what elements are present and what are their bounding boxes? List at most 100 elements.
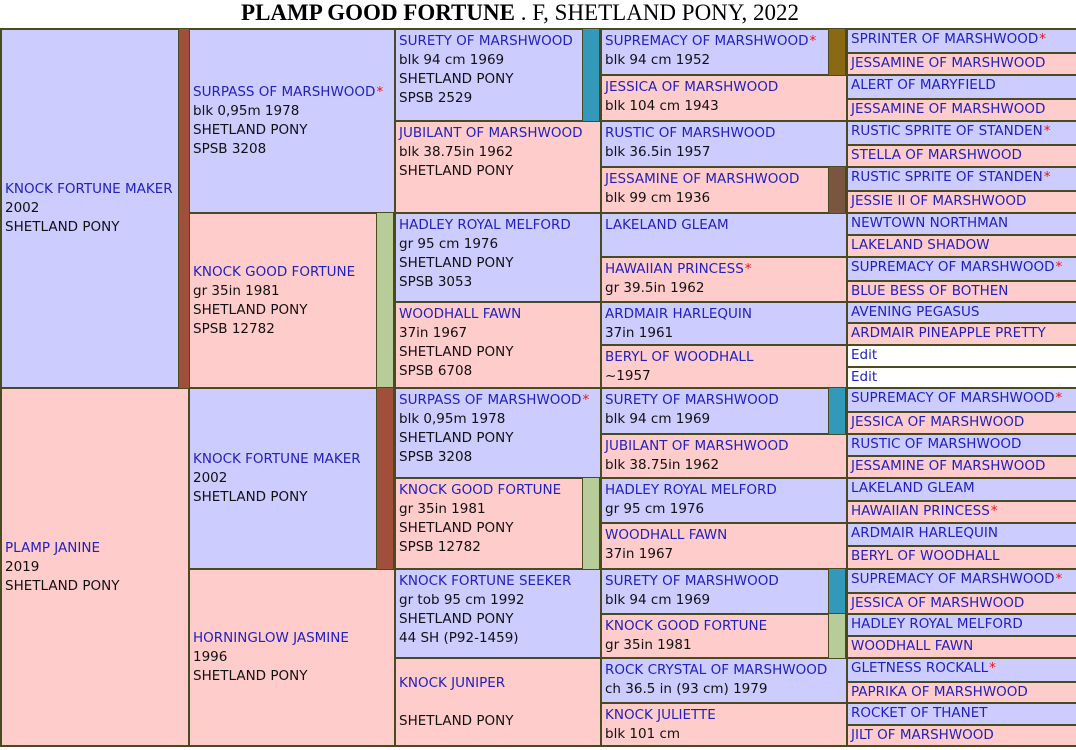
name-line: BERYL OF WOODHALL [605,348,845,367]
ancestor-cell-g4-7: BERYL OF WOODHALL ~1957 [600,344,850,389]
ancestor-name-link[interactable]: KNOCK GOOD FORTUNE [605,618,767,634]
color-bar [828,28,846,76]
ancestor-name-link[interactable]: HADLEY ROYAL MELFORD [851,616,1023,632]
ancestor-name-link[interactable]: HORNINGLOW JASMINE [193,630,349,646]
ancestor-name-link[interactable]: ARDMAIR HARLEQUIN [605,306,752,322]
ancestor-name-link[interactable]: BERYL OF WOODHALL [605,349,753,365]
name-line: SUPREMACY OF MARSHWOOD* [605,32,827,51]
name-line: ARDMAIR PINEAPPLE PRETTY [851,324,1073,342]
ancestor-name-link[interactable]: SUPREMACY OF MARSHWOOD [605,33,809,49]
ancestor-cell-g5-4: RUSTIC SPRITE OF STANDEN* [846,120,1076,146]
ancestor-name-link[interactable]: KNOCK JULIETTE [605,707,716,723]
ancestor-name-link[interactable]: JUBILANT OF MARSHWOOD [605,438,788,454]
ancestor-name-link[interactable]: SUPREMACY OF MARSHWOOD [851,571,1055,587]
ancestor-name-link[interactable]: WOODHALL FAWN [605,527,727,543]
ancestor-name-link[interactable]: SURPASS OF MARSHWOOD [399,392,581,408]
name-line: SURPASS OF MARSHWOOD* [193,83,393,102]
name-line: SURETY OF MARSHWOOD [605,391,827,410]
ancestor-cell-g3-4: SURPASS OF MARSHWOOD* blk 0,95m 1978 SHETL… [394,387,604,479]
ancestor-name-link[interactable]: NEWTOWN NORTHMAN [851,215,1008,231]
ancestor-cell-g3-1: JUBILANT OF MARSHWOOD blk 38.75in 1962 SHE… [394,120,604,214]
ancestor-name-link[interactable]: WOODHALL FAWN [399,306,521,322]
ancestor-name-link[interactable]: SURETY OF MARSHWOOD [399,33,573,49]
ancestor-name-link[interactable]: HAWAIIAN PRINCESS [605,261,744,277]
ancestor-name-link[interactable]: ROCKET OF THANET [851,705,988,721]
ancestor-detail: SHETLAND PONY [399,71,514,87]
ancestor-detail: 37in 1967 [605,546,674,562]
ancestor-name-link[interactable]: RUSTIC OF MARSHWOOD [605,125,775,141]
ancestor-name-link[interactable]: JESSAMINE OF MARSHWOOD [851,101,1045,117]
ancestor-cell-g1-1: PLAMP JANINE 2019 SHETLAND PONY [0,387,192,747]
ancestor-name-link[interactable]: SURETY OF MARSHWOOD [605,573,779,589]
name-line: JESSIE II OF MARSHWOOD [851,192,1073,210]
name-line: JUBILANT OF MARSHWOOD [399,124,599,143]
ancestor-name-link[interactable]: KNOCK FORTUNE MAKER [5,181,173,197]
color-bar [582,28,600,122]
ancestor-name-link[interactable]: ROCK CRYSTAL OF MARSHWOOD [605,662,827,678]
ancestor-name-link[interactable]: JILT OF MARSHWOOD [851,727,994,743]
ancestor-name-link[interactable]: JESSICA OF MARSHWOOD [851,414,1024,430]
ancestor-name-link[interactable]: GLETNESS ROCKALL [851,660,988,676]
edit-link[interactable]: Edit [851,347,877,363]
ancestor-name-link[interactable]: RUSTIC OF MARSHWOOD [851,436,1021,452]
name-line: BLUE BESS OF BOTHEN [851,282,1073,300]
ancestor-name-link[interactable]: ARDMAIR PINEAPPLE PRETTY [851,325,1046,341]
page-title: PLAMP GOOD FORTUNE . F, SHETLAND PONY, 2… [0,0,1040,28]
ancestor-name-link[interactable]: STELLA OF MARSHWOOD [851,147,1022,163]
ancestor-name-link[interactable]: BLUE BESS OF BOTHEN [851,283,1008,299]
name-line: WOODHALL FAWN [605,526,845,545]
edit-link[interactable]: Edit [851,369,877,385]
name-line: WOODHALL FAWN [851,637,1073,655]
ancestor-detail: gr 35in 1981 [193,282,280,299]
ancestor-name-link[interactable]: JESSICA OF MARSHWOOD [851,595,1024,611]
ancestor-cell-g5-11: BLUE BESS OF BOTHEN [846,280,1076,303]
ancestor-cell-g4-1: JESSICA OF MARSHWOOD blk 104 cm 1943 [600,74,850,122]
ancestor-name-link[interactable]: SURPASS OF MARSHWOOD [193,84,375,100]
ancestor-name-link[interactable]: SUPREMACY OF MARSHWOOD [851,390,1055,406]
imported-star-icon: * [1043,123,1051,139]
ancestor-name-link[interactable]: JESSAMINE OF MARSHWOOD [851,55,1045,71]
ancestor-name-link[interactable]: HAWAIIAN PRINCESS [851,503,990,519]
ancestor-name-link[interactable]: KNOCK GOOD FORTUNE [193,264,355,280]
imported-star-icon: * [1043,169,1051,185]
ancestor-name-link[interactable]: SPRINTER OF MARSHWOOD [851,31,1038,47]
ancestor-name-link[interactable]: JUBILANT OF MARSHWOOD [399,125,582,141]
ancestor-detail: SHETLAND PONY [399,520,514,536]
ancestor-name-link[interactable]: KNOCK FORTUNE MAKER [193,451,361,467]
ancestor-name-link[interactable]: HADLEY ROYAL MELFORD [399,217,571,233]
ancestor-name-link[interactable]: KNOCK JUNIPER [399,675,505,691]
name-line: ALERT OF MARYFIELD [851,76,1073,94]
name-line: PAPRIKA OF MARSHWOOD [851,683,1073,701]
ancestor-name-link[interactable]: KNOCK GOOD FORTUNE [399,482,561,498]
ancestor-name-link[interactable]: SURETY OF MARSHWOOD [605,392,779,408]
ancestor-cell-g5-21: HAWAIIAN PRINCESS* [846,500,1076,524]
ancestor-name-link[interactable]: JESSAMINE OF MARSHWOOD [851,458,1045,474]
ancestor-cell-g4-11: WOODHALL FAWN 37in 1967 [600,522,850,570]
ancestor-name-link[interactable]: KNOCK FORTUNE SEEKER [399,573,571,589]
ancestor-name-link[interactable]: LAKELAND SHADOW [851,237,990,253]
ancestor-name-link[interactable]: AVENING PEGASUS [851,304,979,320]
ancestor-name-link[interactable]: PAPRIKA OF MARSHWOOD [851,684,1028,700]
ancestor-name-link[interactable]: JESSICA OF MARSHWOOD [605,79,778,95]
ancestor-name-link[interactable]: RUSTIC SPRITE OF STANDEN [851,169,1043,185]
ancestor-name-link[interactable]: PLAMP JANINE [5,540,100,556]
ancestor-name-link[interactable]: RUSTIC SPRITE OF STANDEN [851,123,1043,139]
ancestor-name-link[interactable]: HADLEY ROYAL MELFORD [605,482,777,498]
ancestor-name-link[interactable]: SUPREMACY OF MARSHWOOD [851,259,1055,275]
ancestor-name-link[interactable]: LAKELAND GLEAM [851,480,975,496]
name-line: GLETNESS ROCKALL* [851,659,1073,677]
ancestor-name-link[interactable]: ALERT OF MARYFIELD [851,77,996,93]
ancestor-name-link[interactable]: LAKELAND GLEAM [605,217,729,233]
ancestor-name-link[interactable]: BERYL OF WOODHALL [851,548,999,564]
name-line: JESSICA OF MARSHWOOD [851,413,1073,431]
ancestor-name-link[interactable]: JESSAMINE OF MARSHWOOD [605,171,799,187]
ancestor-cell-g5-12: AVENING PEGASUS [846,301,1076,324]
ancestor-name-link[interactable]: ARDMAIR HARLEQUIN [851,525,998,541]
ancestor-detail: SHETLAND PONY [399,344,514,360]
ancestor-detail: blk 94 cm 1952 [605,52,711,68]
ancestor-cell-g5-23: BERYL OF WOODHALL [846,545,1076,570]
ancestor-detail: SPSB 12782 [399,539,481,555]
ancestor-name-link[interactable]: JESSIE II OF MARSHWOOD [851,193,1026,209]
ancestor-name-link[interactable]: WOODHALL FAWN [851,638,973,654]
ancestor-cell-g5-2: ALERT OF MARYFIELD [846,74,1076,100]
